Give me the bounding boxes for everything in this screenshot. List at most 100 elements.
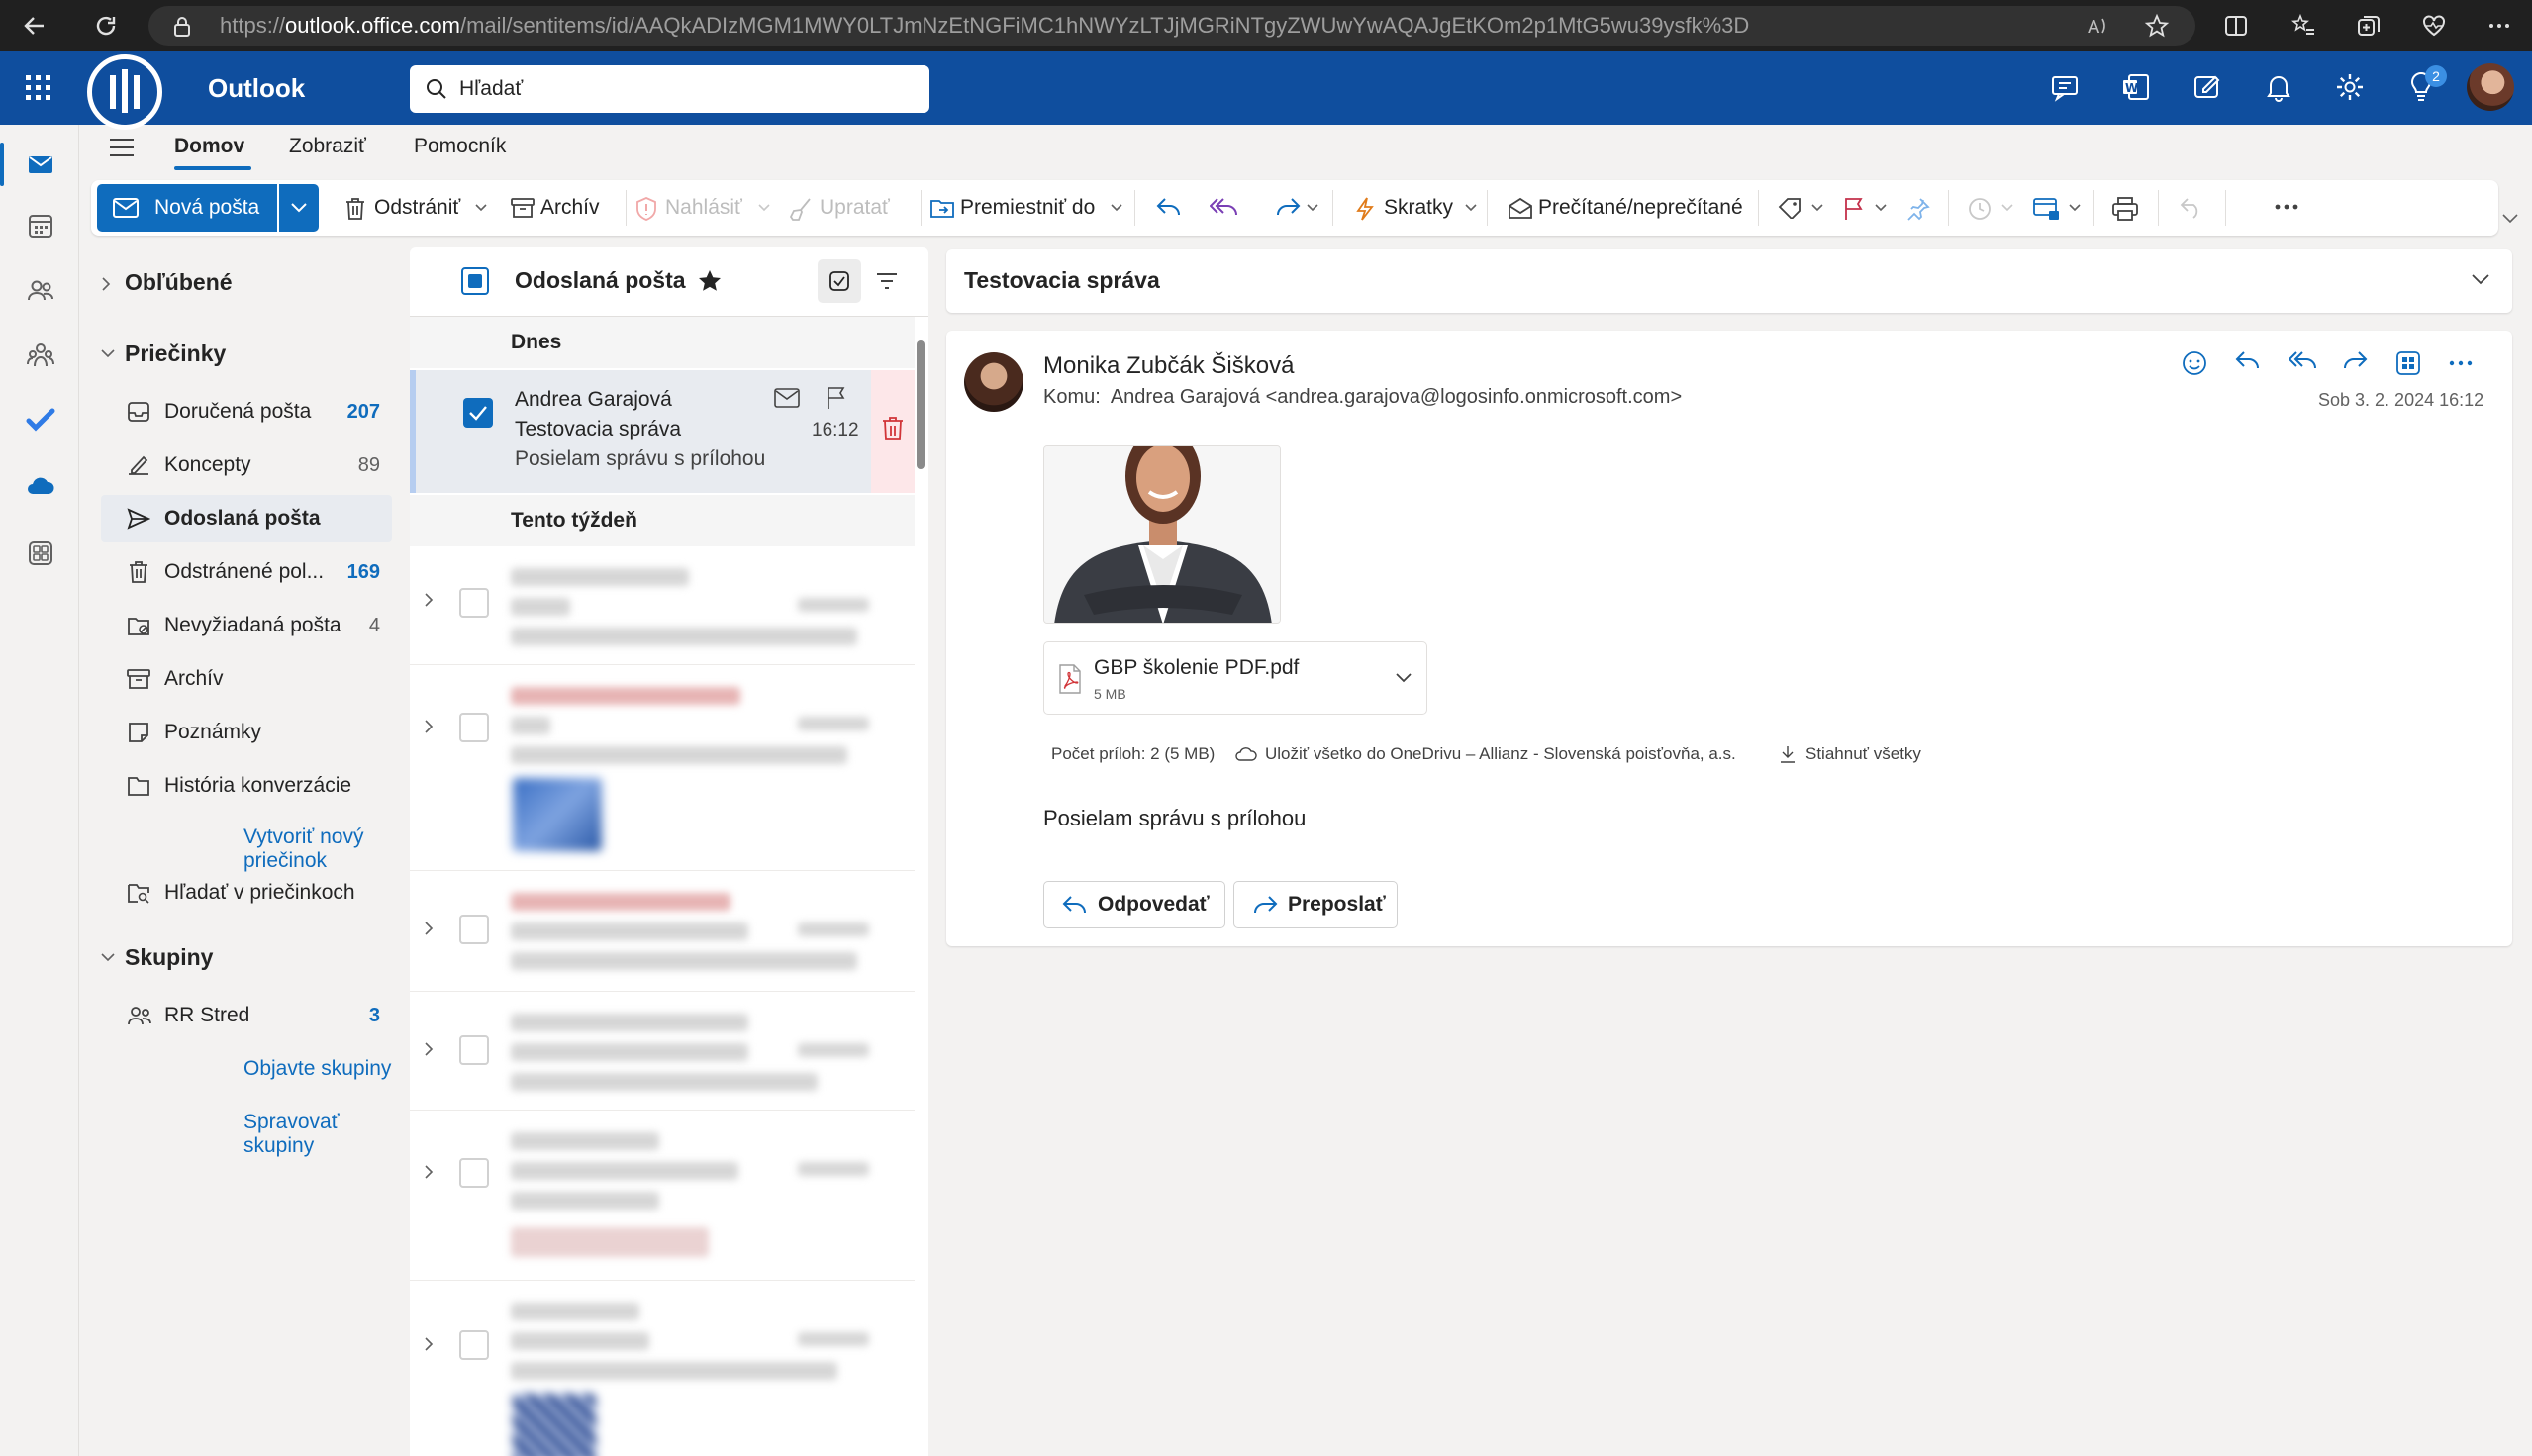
- chevron-down-icon[interactable]: [1307, 204, 1318, 212]
- groups-section[interactable]: Skupiny: [101, 944, 213, 971]
- address-bar[interactable]: https://outlook.office.com/mail/sentitem…: [148, 6, 2195, 46]
- attachment-card[interactable]: GBP školenie PDF.pdf 5 MB: [1043, 641, 1427, 715]
- chevron-right-icon[interactable]: [424, 921, 434, 936]
- more-options-icon[interactable]: [2449, 360, 2473, 366]
- read-aloud-icon[interactable]: A: [2085, 13, 2110, 39]
- chevron-down-icon[interactable]: [1111, 204, 1122, 212]
- flag-icon[interactable]: [1843, 197, 1865, 221]
- tab-home[interactable]: Domov: [174, 135, 244, 158]
- search-input[interactable]: Hľadať: [410, 65, 929, 113]
- message-item-blurred[interactable]: [410, 994, 915, 1111]
- tab-view[interactable]: Zobraziť: [289, 135, 366, 158]
- undo-icon[interactable]: [2180, 197, 2203, 219]
- sender-name[interactable]: Monika Zubčák Šišková: [1043, 352, 1294, 380]
- chevron-down-icon[interactable]: [2471, 273, 2490, 285]
- gear-icon[interactable]: [2334, 71, 2366, 103]
- message-item-blurred[interactable]: [410, 873, 915, 992]
- chevron-right-icon[interactable]: [424, 592, 434, 608]
- more-apps-icon[interactable]: [26, 538, 55, 568]
- folder-conversation-history[interactable]: História konverzácie: [101, 762, 392, 810]
- message-item-blurred[interactable]: [410, 1113, 915, 1281]
- move-to-button[interactable]: Premiestniť do: [930, 184, 1095, 232]
- message-checkbox[interactable]: [463, 398, 493, 428]
- chevron-down-icon[interactable]: [2001, 204, 2013, 212]
- app-name[interactable]: Outlook: [208, 73, 305, 104]
- chevron-right-icon[interactable]: [424, 1164, 434, 1180]
- back-arrow-icon[interactable]: [22, 13, 48, 39]
- app-launcher-icon[interactable]: [26, 75, 51, 101]
- rules-icon[interactable]: [2033, 197, 2061, 221]
- folder-sent[interactable]: Odoslaná pošta: [101, 495, 392, 542]
- user-avatar[interactable]: [2467, 63, 2514, 111]
- attachment-image-preview[interactable]: [1043, 445, 1281, 624]
- read-unread-button[interactable]: Prečítané/neprečítané: [1509, 184, 1743, 232]
- health-icon[interactable]: [2421, 13, 2447, 39]
- message-list-scrollbar[interactable]: [917, 340, 925, 469]
- folder-drafts[interactable]: Koncepty 89: [101, 441, 392, 489]
- message-checkbox[interactable]: [459, 915, 489, 944]
- new-mail-dropdown[interactable]: [279, 184, 319, 232]
- chevron-down-icon[interactable]: [2069, 204, 2081, 212]
- archive-button[interactable]: Archív: [511, 184, 600, 232]
- report-button[interactable]: Nahlásiť: [635, 184, 742, 232]
- folders-section[interactable]: Priečinky: [101, 340, 226, 367]
- bell-icon[interactable]: [2263, 71, 2294, 103]
- print-icon[interactable]: [2112, 197, 2138, 221]
- sweep-button[interactable]: Upratať: [790, 184, 890, 232]
- allianz-logo[interactable]: [87, 54, 162, 130]
- pin-icon[interactable]: [1906, 197, 1930, 221]
- chevron-down-icon[interactable]: [1875, 204, 1887, 212]
- message-checkbox[interactable]: [459, 588, 489, 618]
- more-options-icon[interactable]: [2275, 204, 2298, 210]
- search-folders[interactable]: Hľadať v priečinkoch: [101, 869, 392, 917]
- folder-junk[interactable]: Nevyžiadaná pošta 4: [101, 602, 392, 649]
- emoji-reaction-icon[interactable]: [2182, 350, 2207, 376]
- download-all-link[interactable]: Stiahnuť všetky: [1778, 744, 1921, 764]
- sender-avatar[interactable]: [964, 352, 1023, 412]
- forward-button[interactable]: Preposlať: [1233, 881, 1398, 928]
- message-item-selected[interactable]: Andrea Garajová Testovacia správa Posiel…: [410, 370, 915, 493]
- compose-note-icon[interactable]: [2191, 71, 2223, 103]
- trash-icon[interactable]: [881, 416, 905, 441]
- message-checkbox[interactable]: [459, 713, 489, 742]
- folder-inbox[interactable]: Doručená pošta 207: [101, 388, 392, 436]
- save-to-onedrive-link[interactable]: Uložiť všetko do OneDrivu – Allianz - Sl…: [1235, 744, 1736, 764]
- calendar-icon[interactable]: [26, 211, 55, 241]
- discover-groups-link[interactable]: Objavte skupiny: [243, 1057, 391, 1081]
- teams-chat-icon[interactable]: [2049, 71, 2081, 103]
- chevron-right-icon[interactable]: [424, 1336, 434, 1352]
- chevron-down-icon[interactable]: [1395, 672, 1412, 684]
- select-all-checkbox[interactable]: [461, 267, 489, 295]
- filter-icon[interactable]: [875, 271, 899, 291]
- chevron-down-icon[interactable]: [1811, 204, 1823, 212]
- message-item-blurred[interactable]: [410, 548, 915, 665]
- folder-notes[interactable]: Poznámky: [101, 709, 392, 756]
- forward-icon[interactable]: [2342, 350, 2368, 372]
- chevron-right-icon[interactable]: [424, 1041, 434, 1057]
- folder-archive[interactable]: Archív: [101, 655, 392, 703]
- favorite-star-icon[interactable]: [697, 268, 723, 294]
- more-options-icon[interactable]: [2486, 13, 2512, 39]
- flag-icon[interactable]: [826, 386, 847, 410]
- message-checkbox[interactable]: [459, 1035, 489, 1065]
- tag-icon[interactable]: [1778, 197, 1803, 219]
- chevron-right-icon[interactable]: [424, 719, 434, 734]
- chevron-down-icon[interactable]: [475, 204, 487, 212]
- people-icon[interactable]: [26, 275, 55, 305]
- split-screen-icon[interactable]: [2223, 13, 2249, 39]
- favorite-star-icon[interactable]: [2144, 13, 2170, 39]
- new-mail-button[interactable]: Nová pošta: [97, 184, 277, 232]
- reply-icon[interactable]: [2235, 350, 2261, 372]
- selection-mode-button[interactable]: [818, 259, 861, 303]
- mail-icon[interactable]: [26, 149, 55, 179]
- refresh-icon[interactable]: [93, 13, 119, 39]
- reply-icon[interactable]: [1156, 197, 1182, 217]
- message-item-blurred[interactable]: [410, 1283, 915, 1456]
- todo-check-icon[interactable]: [26, 405, 55, 435]
- apps-grid-icon[interactable]: [2395, 350, 2421, 376]
- reply-button[interactable]: Odpovedať: [1043, 881, 1225, 928]
- tab-help[interactable]: Pomocník: [414, 135, 506, 158]
- message-item-blurred[interactable]: [410, 667, 915, 871]
- chevron-down-icon[interactable]: [758, 204, 770, 212]
- create-folder-link[interactable]: Vytvoriť nový priečinok: [243, 825, 402, 873]
